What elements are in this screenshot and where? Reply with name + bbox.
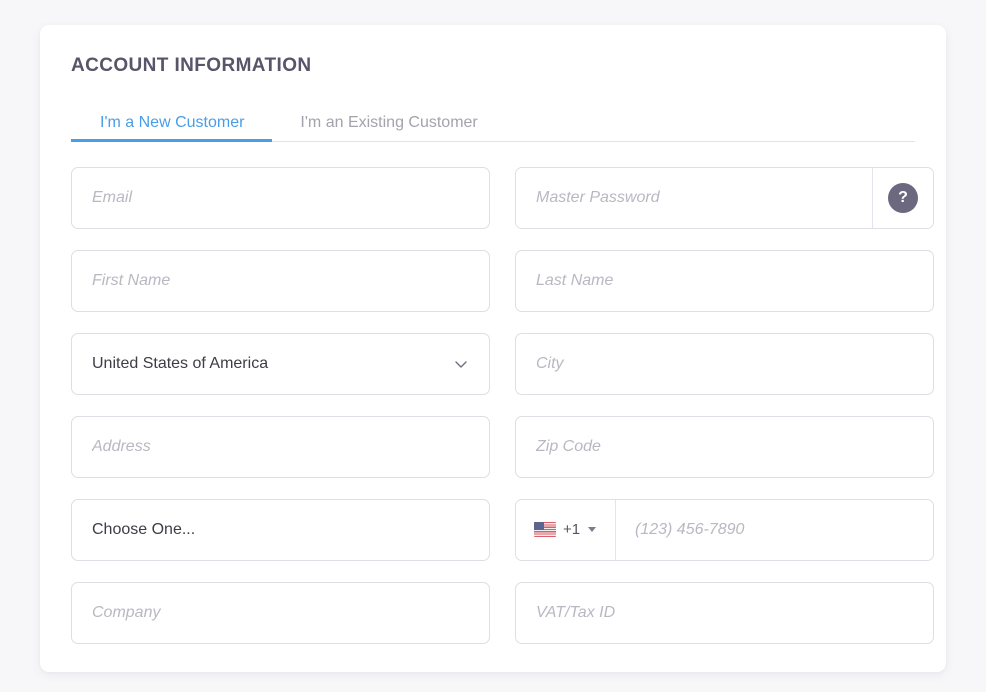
tab-existing-customer[interactable]: I'm an Existing Customer [272,114,505,141]
vat-tax-id-field-wrapper [515,581,934,644]
tab-new-customer[interactable]: I'm a New Customer [71,114,273,142]
account-information-card: ACCOUNT INFORMATION I'm a New Customer I… [40,25,946,672]
last-name-input[interactable] [515,249,934,312]
question-mark-icon: ? [888,182,918,213]
city-field-wrapper [515,332,934,395]
first-name-field-wrapper [71,249,490,312]
phone-number-input[interactable] [616,499,933,560]
last-name-field-wrapper [515,249,934,312]
master-password-field-wrapper: ? [515,166,934,229]
country-field-wrapper: United States of America [71,332,490,395]
caret-down-icon [588,527,597,533]
email-field-wrapper [71,166,490,229]
zip-code-field-wrapper [515,415,934,478]
country-select[interactable]: United States of America [71,332,490,395]
choose-one-field-wrapper: Choose One... [71,498,490,561]
chevron-down-icon [453,356,469,372]
account-form: ? United States of America [71,166,934,644]
country-select-value: United States of America [92,354,269,372]
master-password-group: ? [515,166,934,229]
card-content: ACCOUNT INFORMATION I'm a New Customer I… [40,25,946,644]
first-name-input[interactable] [71,249,490,312]
page-root: ACCOUNT INFORMATION I'm a New Customer I… [0,0,986,692]
phone-field-wrapper: +1 [515,498,934,561]
master-password-input[interactable] [516,167,872,228]
zip-code-input[interactable] [515,415,934,478]
email-input[interactable] [71,166,490,229]
us-flag-icon [534,522,556,538]
address-field-wrapper [71,415,490,478]
choose-one-select-value: Choose One... [92,520,196,538]
page-title: ACCOUNT INFORMATION [71,55,312,76]
customer-type-tabs: I'm a New Customer I'm an Existing Custo… [71,100,915,142]
address-input[interactable] [71,415,490,478]
city-input[interactable] [515,332,934,395]
master-password-help-button[interactable]: ? [872,167,933,228]
company-field-wrapper [71,581,490,644]
choose-one-select[interactable]: Choose One... [71,498,490,561]
phone-country-selector[interactable]: +1 [516,499,616,560]
vat-tax-id-input[interactable] [515,581,934,644]
phone-dial-code: +1 [563,521,581,539]
company-input[interactable] [71,581,490,644]
phone-group: +1 [515,498,934,561]
